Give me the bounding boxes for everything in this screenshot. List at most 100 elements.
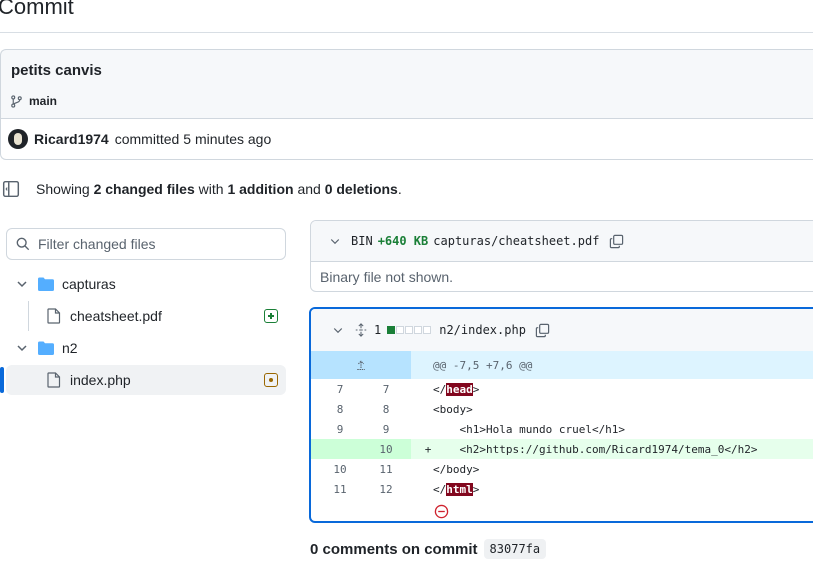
diff-line-added: 10 + <h2>https://github.com/Ricard1974/t… [311, 439, 813, 459]
code-text: <h1>Hola mundo cruel</h1> [433, 422, 626, 436]
summary-additions: 1 addition [227, 181, 294, 197]
diff-line: 9 9 <h1>Hola mundo cruel</h1> [311, 419, 813, 439]
file-modified-icon [264, 373, 278, 387]
new-line-number[interactable]: 10 [361, 443, 411, 456]
old-line-number[interactable]: 7 [311, 383, 361, 396]
code-text: </body> [433, 462, 480, 476]
tree-folder-n2[interactable]: n2 [6, 333, 286, 363]
lines-changed-count: 1 [374, 323, 382, 337]
chevron-down-icon [17, 281, 27, 288]
diff-hunk-header: @@ -7,5 +7,6 @@ [311, 351, 813, 379]
file-icon [47, 308, 61, 324]
branch-badge[interactable]: main [10, 94, 57, 108]
new-line-number[interactable]: 8 [361, 403, 411, 416]
binary-message: Binary file not shown. [320, 269, 454, 285]
old-line-number[interactable]: 11 [311, 483, 361, 496]
commit-sha[interactable]: 83077fa [483, 539, 547, 559]
old-line-number[interactable]: 8 [311, 403, 361, 416]
code-text: </head> [433, 382, 480, 396]
diff-line: 8 8 <body> [311, 399, 813, 419]
binary-label: BIN [351, 234, 373, 248]
file-added-icon [264, 309, 278, 323]
avatar[interactable] [8, 129, 28, 149]
diff-file-index: 1 n2/index.php @@ -7,5 +7,6 @@ 7 7 </hea… [309, 307, 813, 523]
diffstat-block [414, 326, 423, 334]
diff-summary: Showing 2 changed files with 1 addition … [0, 180, 402, 198]
diff-file-path[interactable]: capturas/cheatsheet.pdf [433, 234, 599, 248]
diffstat-block [423, 326, 432, 334]
search-icon [16, 237, 30, 251]
branch-name: main [29, 94, 58, 108]
old-line-number[interactable]: 10 [311, 463, 361, 476]
diff-line: 11 12 </html> [311, 479, 813, 499]
summary-suffix: . [397, 181, 402, 197]
copy-icon[interactable] [609, 234, 624, 249]
tree-folder-label: capturas [62, 276, 116, 292]
size-change: +640 KB [377, 234, 429, 248]
diffstat-block [405, 326, 414, 334]
new-line-number[interactable]: 7 [361, 383, 411, 396]
new-line-number[interactable]: 12 [361, 483, 411, 496]
page-title: Commit [0, 0, 74, 19]
chevron-down-icon[interactable] [329, 235, 341, 247]
code-segment: > [472, 382, 480, 396]
diff-sign: + [424, 442, 432, 456]
summary-deletions: 0 deletions [324, 181, 398, 197]
expand-up-button[interactable] [311, 351, 411, 379]
hunk-range: @@ -7,5 +7,6 @@ [433, 358, 533, 372]
code-segment: > [472, 482, 480, 496]
commit-action: committed [114, 131, 180, 147]
commit-title: petits canvis [11, 62, 102, 79]
expand-all-icon[interactable] [354, 323, 368, 337]
git-branch-icon [11, 94, 22, 108]
diff-line: 10 11 </body> [311, 459, 813, 479]
code-text: </html> [433, 482, 480, 496]
tree-file-label: index.php [70, 372, 131, 388]
diff-file-header: BIN +640 KB capturas/cheatsheet.pdf [311, 221, 813, 262]
new-line-number[interactable]: 9 [361, 423, 411, 436]
commit-time: 5 minutes ago [183, 131, 272, 147]
folder-icon [38, 341, 54, 355]
new-line-number[interactable]: 11 [361, 463, 411, 476]
commit-header: petits canvis main [0, 49, 813, 119]
summary-with: with [198, 181, 224, 197]
summary-prefix: Showing [36, 181, 90, 197]
diff-line: 7 7 </head> [311, 379, 813, 399]
diffstat-blocks [387, 326, 432, 334]
author-link[interactable]: Ricard1974 [34, 131, 109, 147]
filter-box [6, 228, 286, 260]
comments-label: 0 comments on commit [310, 540, 478, 558]
diff-file-cheatsheet: BIN +640 KB capturas/cheatsheet.pdf Bina… [310, 220, 813, 292]
chevron-down-icon[interactable] [332, 324, 344, 336]
code-segment: </ [433, 382, 447, 396]
tree-file-label: cheatsheet.pdf [70, 308, 162, 324]
selected-indicator [0, 367, 4, 393]
summary-and: and [297, 181, 321, 197]
commit-author-row: Ricard1974 committed 5 minutes ago [0, 118, 813, 160]
sidebar-toggle-icon[interactable] [2, 180, 20, 198]
code-highlight: html [446, 482, 473, 496]
copy-icon[interactable] [535, 323, 550, 338]
code-text: <h2>https://github.com/Ricard1974/tema_0… [433, 442, 758, 456]
code-segment: </ [433, 482, 447, 496]
no-newline-icon [434, 504, 449, 519]
code-text: <body> [433, 402, 473, 416]
diffstat-block [396, 326, 405, 334]
chevron-down-icon [17, 345, 27, 352]
diff-file-header: 1 n2/index.php [311, 309, 813, 351]
tree-file-cheatsheet[interactable]: cheatsheet.pdf [6, 301, 286, 331]
tree-folder-label: n2 [62, 340, 78, 356]
expand-up-icon [357, 360, 365, 371]
comments-heading: 0 comments on commit 83077fa [310, 539, 547, 559]
diffstat-block [387, 326, 396, 334]
summary-files-changed: 2 changed files [93, 181, 195, 197]
diff-file-path[interactable]: n2/index.php [439, 323, 526, 337]
tree-folder-capturas[interactable]: capturas [6, 269, 286, 299]
folder-icon [38, 277, 54, 291]
file-icon [47, 372, 61, 388]
tree-file-index[interactable]: index.php [6, 365, 286, 395]
title-divider [0, 32, 813, 33]
code-highlight: head [446, 382, 473, 396]
old-line-number[interactable]: 9 [311, 423, 361, 436]
filter-files-input[interactable] [38, 236, 268, 252]
